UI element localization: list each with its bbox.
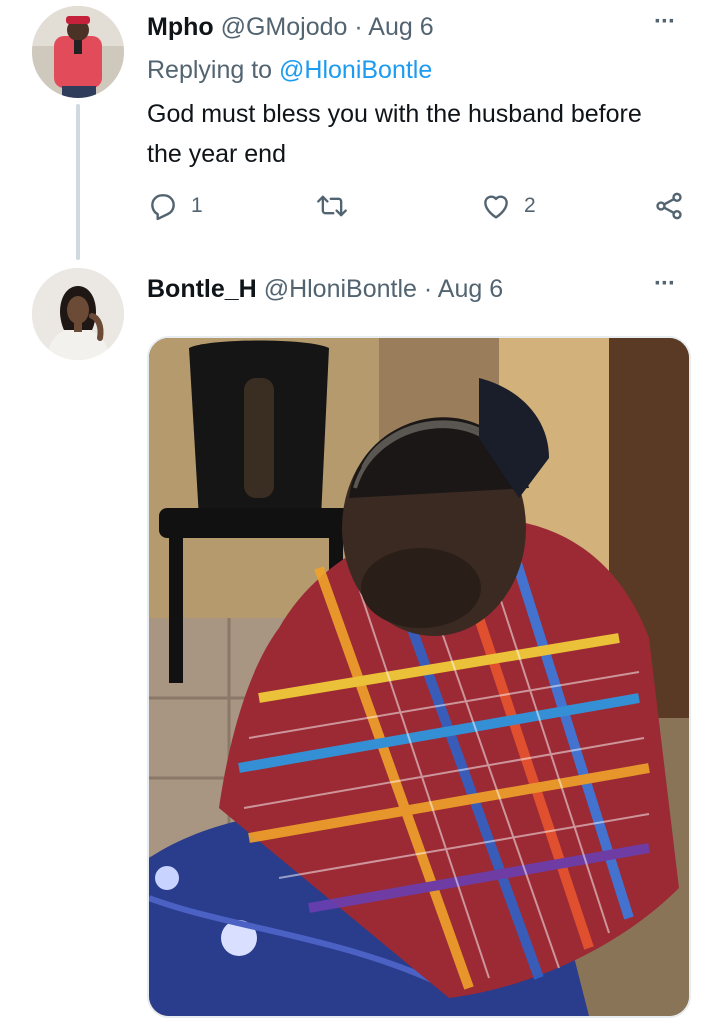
like-count: 2 (524, 194, 536, 217)
photo-man-in-blanket (149, 338, 689, 1016)
share-button[interactable] (653, 190, 685, 222)
avatar-mpho-picture (32, 6, 124, 98)
retweet-icon (317, 195, 347, 217)
reply-count: 1 (191, 194, 203, 217)
more-options-icon[interactable]: ··· (654, 8, 676, 36)
more-options-icon[interactable]: ··· (654, 270, 676, 298)
timestamp[interactable]: Aug 6 (368, 13, 433, 41)
separator-dot: · (423, 275, 433, 303)
like-button[interactable]: 2 (480, 190, 536, 222)
timestamp[interactable]: Aug 6 (438, 275, 503, 303)
display-name[interactable]: Bontle_H (147, 275, 257, 303)
tweet-thread: Mpho @GMojodo · Aug 6 ··· Replying to @H… (0, 0, 720, 1026)
reply-icon (151, 194, 175, 221)
avatar-mpho[interactable] (32, 6, 124, 98)
tweet-photo[interactable] (147, 336, 691, 1018)
handle[interactable]: @HloniBontle (264, 275, 417, 303)
tweet-header: Bontle_H @HloniBontle · Aug 6 (147, 274, 503, 304)
handle[interactable]: @GMojodo (221, 13, 348, 41)
heart-icon (484, 195, 508, 219)
tweet-action-bar: 1 2 (147, 190, 692, 230)
avatar-bontle[interactable] (32, 268, 124, 360)
thread-connector-line (76, 104, 80, 260)
share-icon (656, 192, 682, 220)
replying-to-line: Replying to @HloniBontle (147, 55, 432, 85)
display-name[interactable]: Mpho (147, 13, 214, 41)
reply-button[interactable]: 1 (147, 190, 203, 222)
separator-dot: · (354, 13, 363, 41)
tweet-text: God must bless you with the husband befo… (147, 100, 642, 168)
replying-prefix: Replying to (147, 56, 273, 84)
replying-to-mention[interactable]: @HloniBontle (279, 56, 432, 84)
retweet-button[interactable] (315, 190, 349, 222)
tweet-header: Mpho @GMojodo · Aug 6 (147, 12, 434, 42)
avatar-bontle-picture (32, 268, 124, 360)
